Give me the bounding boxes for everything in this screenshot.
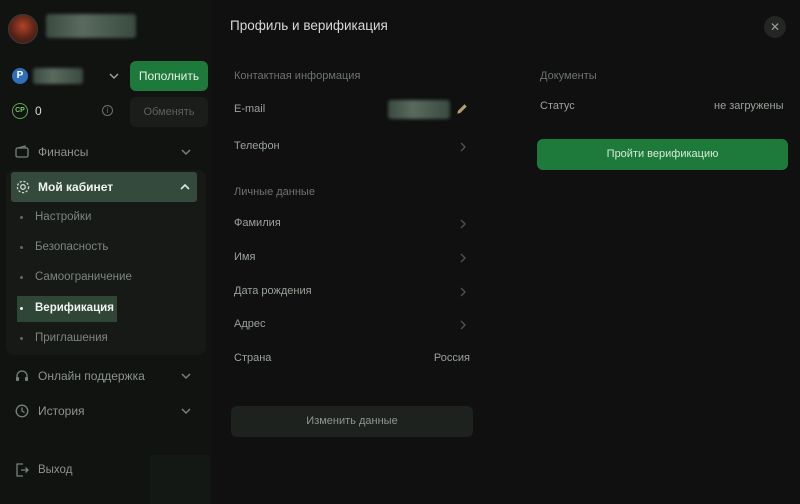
sidebar-item-label: Мой кабинет	[38, 180, 114, 194]
submenu-item-self-limit[interactable]: Самоограничение	[17, 266, 197, 290]
sidebar-item-label: Онлайн поддержка	[38, 369, 145, 383]
bullet	[20, 337, 23, 340]
balance-selector[interactable]: P	[12, 66, 122, 86]
submenu-item-label: Верификация	[35, 302, 114, 314]
bullet	[20, 276, 23, 279]
field-surname[interactable]: Фамилия	[234, 213, 470, 235]
close-button[interactable]: ✕	[764, 16, 786, 38]
sidebar-item-history[interactable]: История	[0, 397, 212, 425]
chevron-down-icon	[180, 146, 192, 158]
exchange-button[interactable]: Обменять	[130, 97, 208, 127]
sidebar-item-cabinet[interactable]: Мой кабинет	[11, 172, 197, 202]
field-label: Адрес	[234, 318, 266, 330]
chevron-right-icon	[458, 141, 468, 153]
cp-balance: 0	[35, 104, 42, 118]
start-verification-button[interactable]: Пройти верификацию	[537, 139, 788, 170]
close-icon: ✕	[769, 20, 781, 34]
chevron-right-icon	[458, 218, 468, 230]
edit-data-button[interactable]: Изменить данные	[231, 406, 473, 437]
bullet	[20, 307, 23, 310]
field-label: E-mail	[234, 103, 266, 115]
wallet-icon	[14, 144, 30, 160]
chevron-down-icon	[180, 370, 192, 382]
pencil-icon[interactable]	[456, 103, 468, 115]
sidebar: P Пополнить CP 0 i Обменять Финансы Мой …	[0, 0, 212, 504]
history-icon	[14, 403, 30, 419]
field-label: Фамилия	[234, 217, 281, 229]
email-redacted	[388, 100, 450, 119]
section-title-personal: Личные данные	[234, 186, 315, 198]
chevron-down-icon	[180, 405, 192, 417]
user-avatar[interactable]	[8, 14, 38, 44]
topup-button[interactable]: Пополнить	[130, 61, 208, 91]
status-label: Статус	[540, 100, 575, 112]
section-title-contact: Контактная информация	[234, 70, 361, 82]
field-label: Имя	[234, 251, 256, 263]
sidebar-item-finance[interactable]: Финансы	[0, 138, 212, 166]
submenu-item-label: Самоограничение	[35, 271, 132, 283]
gear-icon	[15, 179, 31, 195]
chevron-right-icon	[458, 286, 468, 298]
sidebar-item-label: Финансы	[38, 145, 89, 159]
submenu-item-security[interactable]: Безопасность	[17, 236, 197, 260]
status-value: не загружены	[714, 100, 784, 112]
bullet	[20, 246, 23, 249]
submenu-item-settings[interactable]: Настройки	[17, 206, 197, 230]
field-label: Телефон	[234, 140, 280, 152]
bullet	[20, 216, 23, 219]
chevron-right-icon	[458, 319, 468, 331]
logout-icon	[14, 462, 30, 478]
submenu-item-label: Безопасность	[35, 241, 109, 253]
field-phone[interactable]: Телефон	[234, 136, 470, 158]
field-value: Россия	[433, 352, 470, 364]
logout-label: Выход	[38, 464, 73, 476]
page-title: Профиль и верификация	[230, 18, 388, 33]
chevron-down-icon	[108, 70, 120, 82]
logout-button[interactable]: Выход	[0, 458, 120, 482]
submenu-item-label: Настройки	[35, 211, 92, 223]
field-birthdate[interactable]: Дата рождения	[234, 281, 470, 303]
balance-redacted	[33, 68, 83, 84]
username-redacted	[46, 14, 136, 38]
submenu-item-invitations[interactable]: Приглашения	[17, 327, 197, 351]
submenu-item-verification[interactable]: Верификация	[17, 296, 117, 322]
field-label: Страна	[234, 352, 272, 364]
field-country: Страна Россия	[234, 348, 470, 370]
field-address[interactable]: Адрес	[234, 314, 470, 336]
chevron-right-icon	[458, 252, 468, 264]
chevron-up-icon	[179, 181, 191, 193]
field-label: Дата рождения	[234, 285, 312, 297]
field-name[interactable]: Имя	[234, 247, 470, 269]
cp-icon: CP	[12, 103, 28, 119]
submenu-item-label: Приглашения	[35, 332, 108, 344]
headset-icon	[14, 368, 30, 384]
sidebar-item-support[interactable]: Онлайн поддержка	[0, 362, 212, 390]
sidebar-decoration	[150, 455, 210, 504]
section-title-documents: Документы	[540, 70, 597, 82]
currency-badge: P	[12, 68, 28, 84]
info-icon[interactable]: i	[102, 105, 113, 116]
sidebar-item-label: История	[38, 404, 85, 418]
